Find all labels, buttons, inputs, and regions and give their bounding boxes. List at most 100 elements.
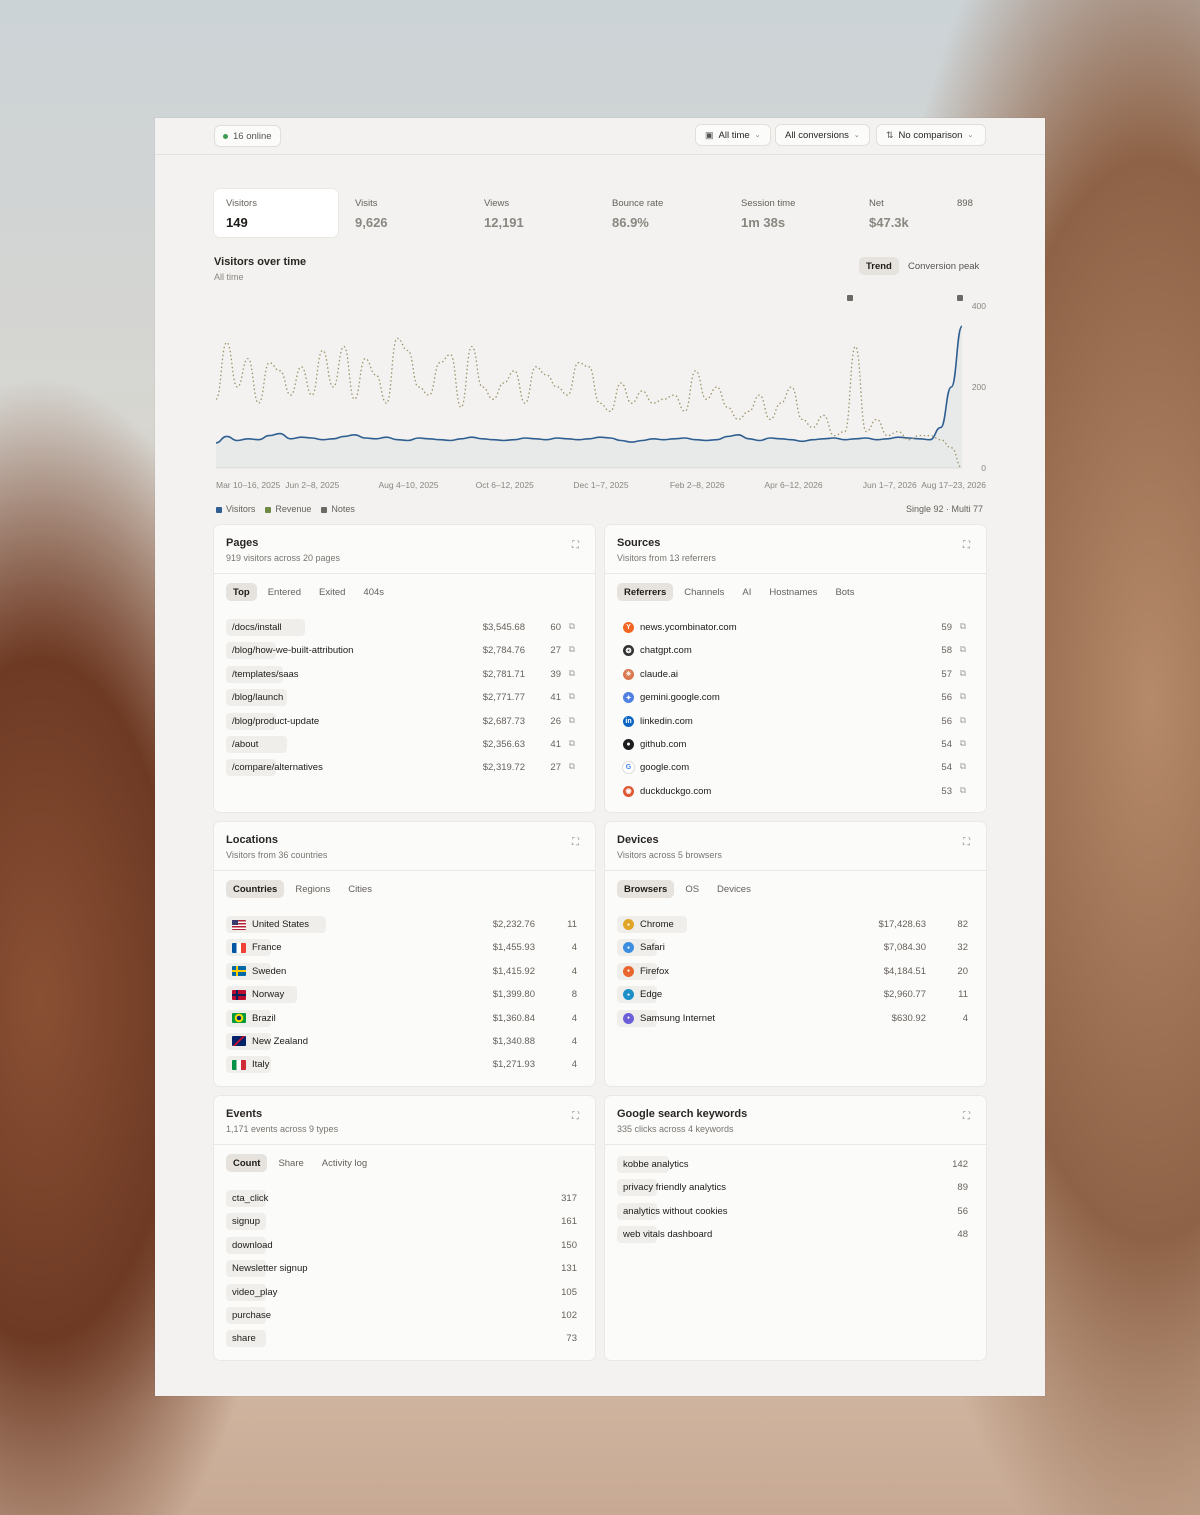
stat-visitors[interactable]: Visitors 149 [214,189,338,237]
events-row[interactable]: share 73 [226,1328,583,1351]
card-subtitle: Visitors from 13 referrers [617,553,716,563]
tab-cities[interactable]: Cities [341,880,379,898]
expand-icon[interactable]: ⛶ [572,540,579,551]
toggle-trend[interactable]: Trend [859,257,899,275]
tab-devices[interactable]: Devices [710,880,758,898]
devices-row[interactable]: ● Samsung Internet $630.92 4 [617,1008,974,1031]
stat-session-time[interactable]: Session time 1m 38s [729,189,853,237]
sources-row[interactable]: ◉ duckduckgo.com 53 ⧉ [617,781,974,804]
external-link-icon[interactable]: ⧉ [569,715,575,726]
stat-views[interactable]: Views 12,191 [472,189,596,237]
locations-row[interactable]: Norway $1,399.80 8 [226,984,583,1007]
external-link-icon[interactable]: ⧉ [569,668,575,679]
external-link-icon[interactable]: ⧉ [569,691,575,702]
conversions-select[interactable]: All conversions ⌄ [775,124,870,146]
expand-icon[interactable]: ⛶ [963,540,970,551]
tab-bots[interactable]: Bots [828,583,861,601]
comparison-select[interactable]: ⇅ No comparison ⌄ [876,124,986,146]
tab-channels[interactable]: Channels [677,583,731,601]
pages-row[interactable]: /blog/product-update $2,687.73 26 ⧉ [226,711,583,734]
events-row[interactable]: video_play 105 [226,1282,583,1305]
tab-countries[interactable]: Countries [226,880,285,898]
external-link-icon[interactable]: ⧉ [569,621,575,632]
locations-row[interactable]: New Zealand $1,340.88 4 [226,1031,583,1054]
keywords-row[interactable]: privacy friendly analytics 89 [617,1177,974,1200]
pages-row[interactable]: /about $2,356.63 41 ⧉ [226,734,583,757]
google-icon: G [623,762,634,774]
external-link-icon[interactable]: ⧉ [960,761,966,772]
devices-row[interactable]: ● Firefox $4,184.51 20 [617,961,974,984]
conversions-label: All conversions [785,129,849,141]
external-link-icon[interactable]: ⧉ [960,644,966,655]
external-link-icon[interactable]: ⧉ [569,738,575,749]
events-row[interactable]: download 150 [226,1235,583,1258]
toggle-conversion-peak[interactable]: Conversion peak [901,257,986,275]
external-link-icon[interactable]: ⧉ [960,668,966,679]
date-range-select[interactable]: ▣ All time ⌄ [695,124,771,146]
keywords-row[interactable]: analytics without cookies 56 [617,1201,974,1224]
expand-icon[interactable]: ⛶ [963,837,970,848]
tab-exited[interactable]: Exited [312,583,352,601]
keywords-row[interactable]: kobbe analytics 142 [617,1154,974,1177]
tab-top[interactable]: Top [226,583,257,601]
pages-row[interactable]: /blog/launch $2,771.77 41 ⧉ [226,687,583,710]
external-link-icon[interactable]: ⧉ [960,621,966,632]
tab-regions[interactable]: Regions [288,880,337,898]
external-link-icon[interactable]: ⧉ [569,761,575,772]
pages-row[interactable]: /compare/alternatives $2,319.72 27 ⧉ [226,757,583,780]
legend-notes[interactable]: Notes [321,504,355,514]
external-link-icon[interactable]: ⧉ [569,644,575,655]
sources-row[interactable]: ❂ chatgpt.com 58 ⧉ [617,640,974,663]
tab-share[interactable]: Share [271,1154,310,1172]
external-link-icon[interactable]: ⧉ [960,785,966,796]
stat-net[interactable]: Net $47.3k [857,189,981,237]
row-count: 56 [941,692,952,704]
expand-icon[interactable]: ⛶ [963,1111,970,1122]
online-indicator[interactable]: 16 online [214,125,281,147]
expand-icon[interactable]: ⛶ [572,837,579,848]
locations-row[interactable]: Brazil $1,360.84 4 [226,1008,583,1031]
expand-icon[interactable]: ⛶ [572,1111,579,1122]
pages-row[interactable]: /blog/how-we-built-attribution $2,784.76 2… [226,640,583,663]
sources-row[interactable]: ● github.com 54 ⧉ [617,734,974,757]
tab-activity-log[interactable]: Activity log [315,1154,374,1172]
locations-row[interactable]: United States $2,232.76 11 [226,914,583,937]
tab-os[interactable]: OS [678,880,706,898]
tab-hostnames[interactable]: Hostnames [762,583,824,601]
keywords-row[interactable]: web vitals dashboard 48 [617,1224,974,1247]
tab-browsers[interactable]: Browsers [617,880,675,898]
locations-row[interactable]: Italy $1,271.93 4 [226,1054,583,1077]
tab-entered[interactable]: Entered [261,583,308,601]
external-link-icon[interactable]: ⧉ [960,715,966,726]
stat-visits[interactable]: Visits 9,626 [343,189,467,237]
devices-row[interactable]: ● Edge $2,960.77 11 [617,984,974,1007]
legend-revenue[interactable]: Revenue [265,504,311,514]
external-link-icon[interactable]: ⧉ [960,738,966,749]
locations-row[interactable]: Sweden $1,415.92 4 [226,961,583,984]
events-row[interactable]: cta_click 317 [226,1188,583,1211]
legend-label: Revenue [275,504,312,514]
stat-bounce-rate[interactable]: Bounce rate 86.9% [600,189,724,237]
row-label: /compare/alternatives [232,762,323,773]
row-revenue: $630.92 [891,1012,926,1024]
y-tick-label: 0 [981,463,986,473]
events-row[interactable]: purchase 102 [226,1305,583,1328]
external-link-icon[interactable]: ⧉ [960,691,966,702]
sources-row[interactable]: ✳ claude.ai 57 ⧉ [617,664,974,687]
pages-row[interactable]: /docs/install $3,545.68 60 ⧉ [226,617,583,640]
sources-row[interactable]: Ynews.ycombinator.com 59 ⧉ [617,617,974,640]
events-row[interactable]: Newsletter signup 131 [226,1258,583,1281]
legend-visitors[interactable]: Visitors [216,504,255,514]
tab-referrers[interactable]: Referrers [617,583,674,601]
sources-row[interactable]: ✦ gemini.google.com 56 ⧉ [617,687,974,710]
tab-404s[interactable]: 404s [356,583,391,601]
sources-row[interactable]: Ggoogle.com 54 ⧉ [617,757,974,780]
events-row[interactable]: signup 161 [226,1211,583,1234]
locations-row[interactable]: France $1,455.93 4 [226,937,583,960]
tab-count[interactable]: Count [226,1154,268,1172]
sources-row[interactable]: in linkedin.com 56 ⧉ [617,711,974,734]
pages-row[interactable]: /templates/saas $2,781.71 39 ⧉ [226,664,583,687]
devices-row[interactable]: ● Safari $7,084.30 32 [617,937,974,960]
tab-ai[interactable]: AI [735,583,758,601]
devices-row[interactable]: ● Chrome $17,428.63 82 [617,914,974,937]
